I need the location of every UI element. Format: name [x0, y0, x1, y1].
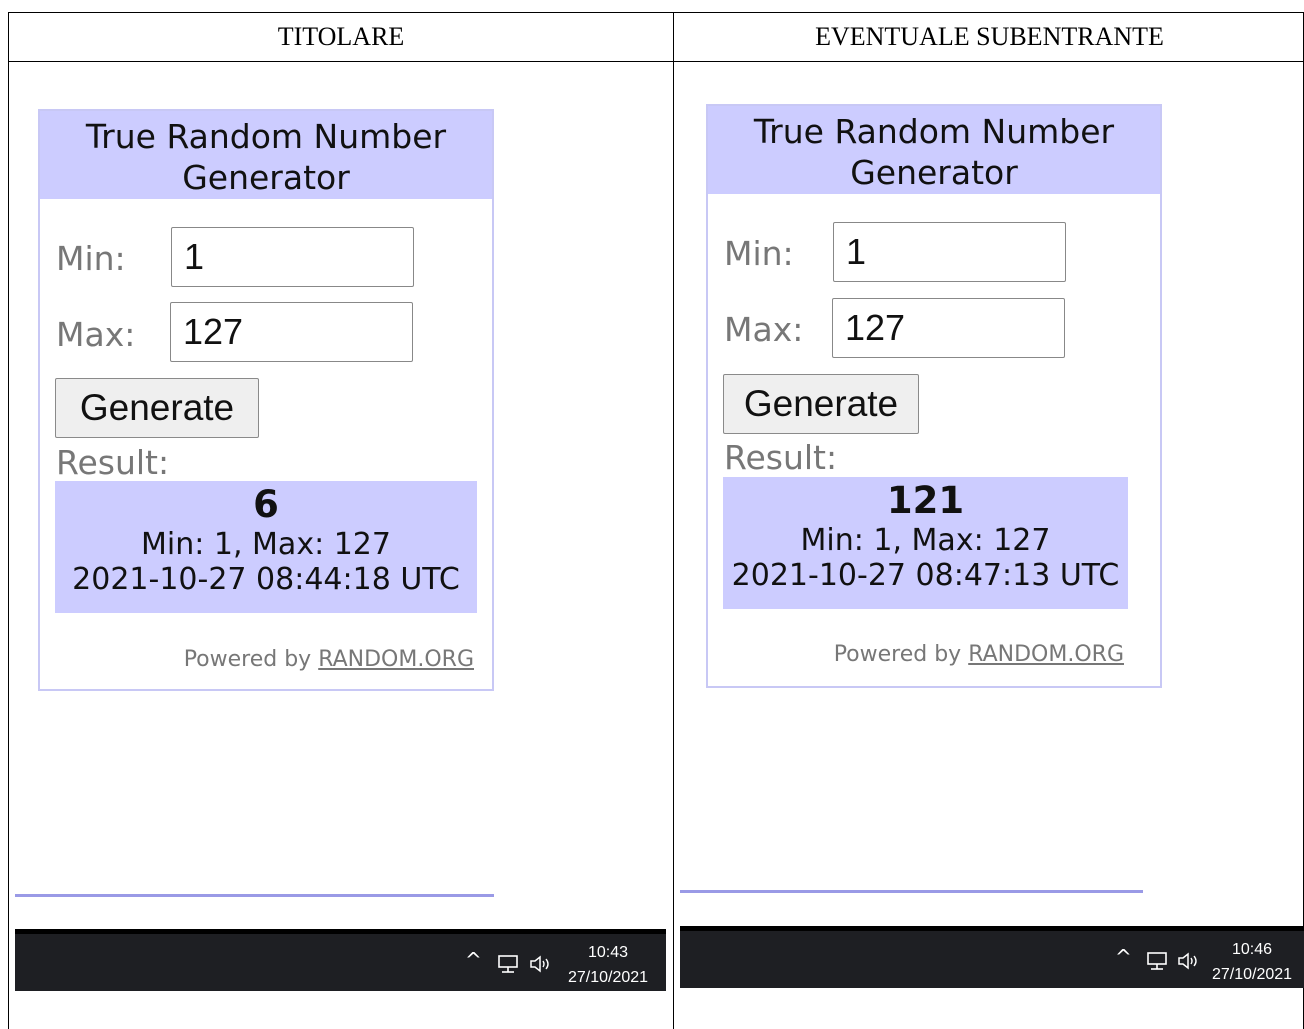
max-input[interactable]: 127 — [170, 302, 413, 362]
powered-by: Powered by RANDOM.ORG — [184, 647, 474, 672]
max-label: Max: — [56, 315, 136, 354]
separator-line — [15, 894, 494, 897]
widget-title: True Random Number Generator — [40, 111, 492, 199]
result-label: Result: — [56, 443, 170, 482]
clock-time: 10:46 — [1231, 941, 1273, 958]
taskbar-clock[interactable]: 10:46 27/10/2021 — [1207, 937, 1297, 987]
clock-time: 10:43 — [587, 944, 629, 961]
clock-date: 27/10/2021 — [567, 969, 649, 986]
separator-line — [680, 890, 1143, 893]
min-label: Min: — [56, 239, 126, 278]
generate-button[interactable]: Generate — [723, 374, 919, 434]
table-header-row: TITOLARE EVENTUALE SUBENTRANTE — [9, 13, 1303, 62]
random-org-link[interactable]: RANDOM.ORG — [318, 647, 474, 672]
powered-by: Powered by RANDOM.ORG — [834, 642, 1124, 667]
header-titolare: TITOLARE — [277, 22, 405, 51]
min-input[interactable]: 1 — [833, 222, 1066, 282]
result-range: Min: 1, Max: 127 — [800, 523, 1051, 558]
result-label: Result: — [724, 438, 838, 477]
generate-button[interactable]: Generate — [55, 378, 259, 438]
result-number: 6 — [253, 483, 279, 526]
volume-icon[interactable] — [1177, 951, 1203, 976]
network-icon[interactable] — [1146, 951, 1170, 976]
taskbar: ^ 10:43 27/10/2021 — [15, 929, 666, 991]
rng-widget-subentrante: True Random Number Generator Min: 1 Max:… — [706, 104, 1162, 688]
header-eventuale-subentrante: EVENTUALE SUBENTRANTE — [815, 22, 1164, 51]
min-input[interactable]: 1 — [171, 227, 414, 287]
random-org-link[interactable]: RANDOM.ORG — [968, 642, 1124, 667]
network-icon[interactable] — [497, 954, 521, 979]
min-label: Min: — [724, 234, 794, 273]
result-range: Min: 1, Max: 127 — [141, 527, 391, 562]
volume-icon[interactable] — [529, 954, 555, 979]
max-label: Max: — [724, 310, 804, 349]
powered-by-text: Powered by — [833, 642, 962, 667]
show-hidden-icons-icon[interactable]: ^ — [465, 948, 482, 972]
result-box: 121 Min: 1, Max: 127 2021-10-27 08:47:13… — [723, 477, 1128, 609]
clock-date: 27/10/2021 — [1211, 966, 1293, 983]
rng-widget-titolare: True Random Number Generator Min: 1 Max:… — [38, 109, 494, 691]
taskbar: ^ 10:46 27/10/2021 — [680, 926, 1304, 988]
result-box: 6 Min: 1, Max: 127 2021-10-27 08:44:18 U… — [55, 481, 477, 613]
column-divider — [673, 13, 674, 1029]
max-input[interactable]: 127 — [832, 298, 1065, 358]
taskbar-clock[interactable]: 10:43 27/10/2021 — [563, 940, 653, 990]
result-timestamp: 2021-10-27 08:44:18 UTC — [72, 562, 460, 597]
show-hidden-icons-icon[interactable]: ^ — [1115, 945, 1132, 969]
widget-body: Min: 1 Max: 127 Generate Result: 121 Min… — [708, 194, 1142, 684]
widget-body: Min: 1 Max: 127 Generate Result: 6 Min: … — [40, 199, 492, 689]
result-timestamp: 2021-10-27 08:47:13 UTC — [731, 558, 1120, 593]
result-number: 121 — [886, 479, 965, 522]
widget-title: True Random Number Generator — [708, 106, 1160, 194]
powered-by-text: Powered by — [183, 647, 312, 672]
